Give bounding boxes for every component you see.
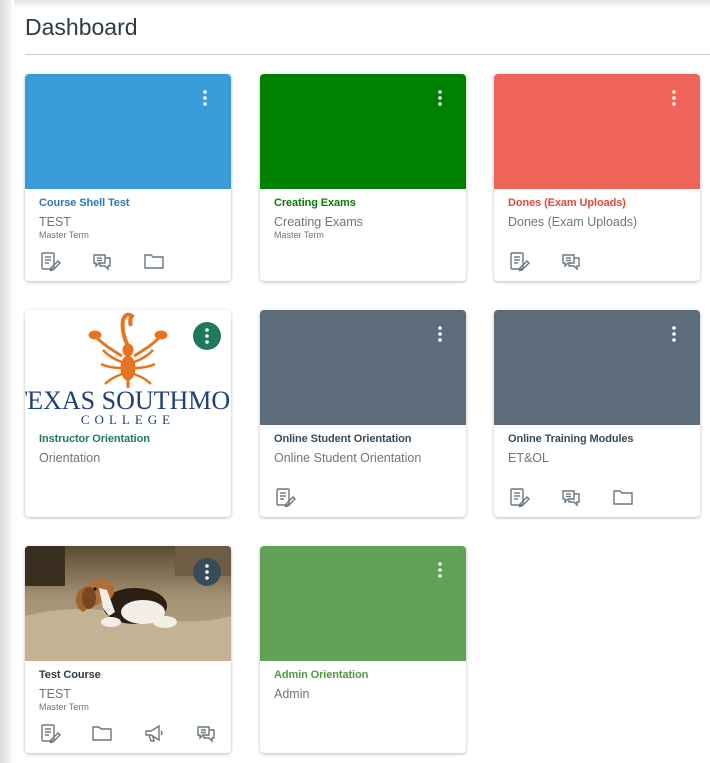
course-card-course-shell-test[interactable]: Course Shell Test TEST Master Term — [25, 74, 231, 281]
discussions-icon[interactable] — [560, 486, 582, 508]
card-options-icon[interactable] — [193, 322, 221, 350]
files-icon[interactable] — [143, 250, 165, 272]
card-hero-image[interactable] — [25, 546, 231, 661]
card-hero-image[interactable]: TEXAS SOUTHMOS COLLEGE — [25, 310, 231, 425]
assignments-icon[interactable] — [274, 486, 296, 508]
card-options-icon[interactable] — [193, 558, 221, 586]
card-hero[interactable] — [260, 546, 466, 661]
course-term: Master Term — [39, 702, 89, 712]
card-options-icon[interactable] — [426, 556, 454, 584]
discussions-icon[interactable] — [195, 722, 217, 744]
course-card-instructor-orientation[interactable]: TEXAS SOUTHMOS COLLEGE Instructor Orient… — [25, 310, 231, 517]
card-hero[interactable] — [260, 74, 466, 189]
course-card-online-training-modules[interactable]: Online Training Modules ET&OL — [494, 310, 700, 517]
course-code: Admin — [274, 687, 310, 701]
card-options-icon[interactable] — [426, 84, 454, 112]
logo-text-line1: TEXAS SOUTHMOS — [25, 386, 231, 415]
assignments-icon[interactable] — [39, 250, 61, 272]
files-icon[interactable] — [612, 486, 634, 508]
assignments-icon[interactable] — [39, 722, 61, 744]
course-name-link[interactable]: Online Student Orientation — [274, 433, 452, 446]
course-name-link[interactable]: Dones (Exam Uploads) — [508, 197, 686, 210]
assignments-icon[interactable] — [508, 250, 530, 272]
assignments-icon[interactable] — [508, 486, 530, 508]
course-card-online-student-orientation[interactable]: Online Student Orientation Online Studen… — [260, 310, 466, 517]
announcements-icon[interactable] — [143, 722, 165, 744]
course-code: TEST — [39, 687, 71, 701]
course-code: Creating Exams — [274, 215, 363, 229]
discussions-icon[interactable] — [560, 250, 582, 272]
logo-text-line2: COLLEGE — [81, 412, 175, 425]
course-card-dones-exam-uploads[interactable]: Dones (Exam Uploads) Dones (Exam Uploads… — [494, 74, 700, 281]
card-options-icon[interactable] — [426, 320, 454, 348]
course-code: Orientation — [39, 451, 101, 465]
window-frame-top — [0, 0, 710, 8]
course-card-admin-orientation[interactable]: Admin Orientation Admin — [260, 546, 466, 753]
course-name-link[interactable]: Course Shell Test — [39, 197, 217, 210]
card-hero[interactable] — [25, 74, 231, 189]
course-code: ET&OL — [508, 451, 549, 465]
card-hero[interactable] — [494, 310, 700, 425]
card-options-icon[interactable] — [191, 84, 219, 112]
window-frame-left — [0, 0, 14, 763]
card-options-icon[interactable] — [660, 84, 688, 112]
course-term: Master Term — [39, 230, 89, 240]
card-options-icon[interactable] — [660, 320, 688, 348]
course-code: Online Student Orientation — [274, 451, 422, 465]
card-hero[interactable] — [494, 74, 700, 189]
course-name-link[interactable]: Test Course — [39, 669, 217, 682]
course-card-creating-exams[interactable]: Creating Exams Creating Exams Master Ter… — [260, 74, 466, 281]
course-code: TEST — [39, 215, 71, 229]
discussions-icon[interactable] — [91, 250, 113, 272]
header-divider — [25, 54, 710, 55]
course-name-link[interactable]: Instructor Orientation — [39, 433, 217, 446]
files-icon[interactable] — [91, 722, 113, 744]
course-name-link[interactable]: Creating Exams — [274, 197, 452, 210]
course-term: Master Term — [274, 230, 324, 240]
page-title: Dashboard — [25, 14, 138, 40]
course-name-link[interactable]: Online Training Modules — [508, 433, 686, 446]
course-card-test-course[interactable]: Test Course TEST Master Term — [25, 546, 231, 753]
card-hero[interactable] — [260, 310, 466, 425]
course-code: Dones (Exam Uploads) — [508, 215, 638, 229]
course-name-link[interactable]: Admin Orientation — [274, 669, 452, 682]
